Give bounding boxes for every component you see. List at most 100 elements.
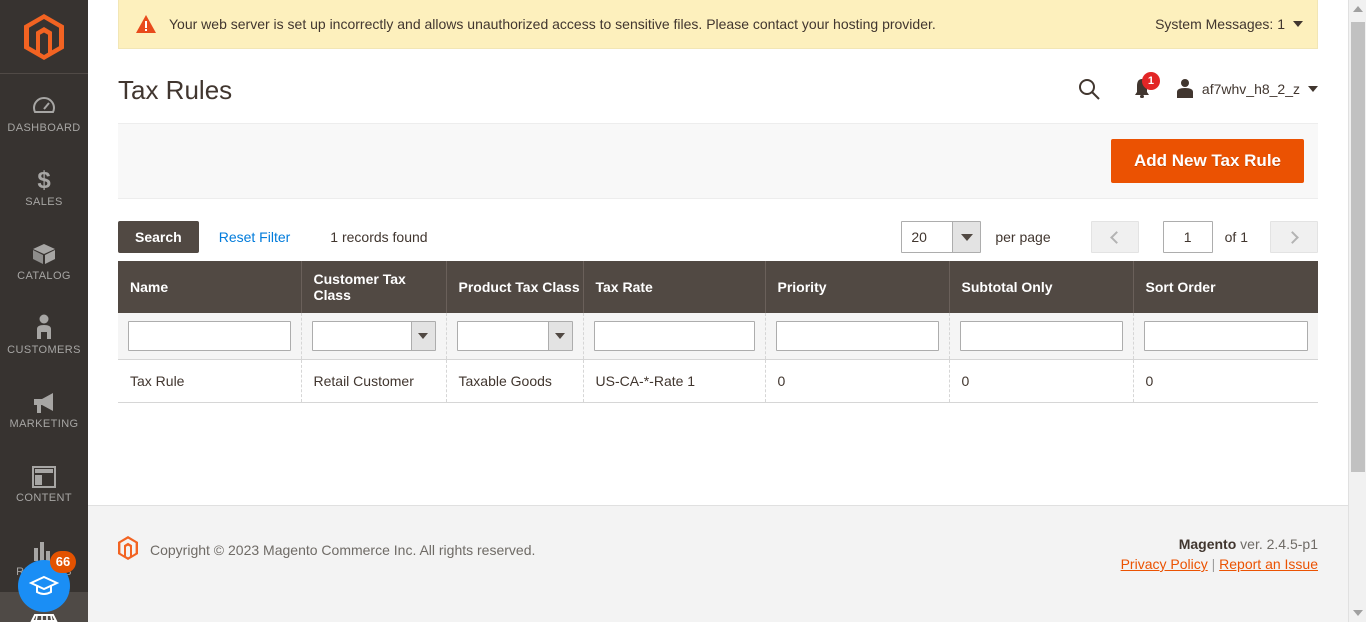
filter-priority-input[interactable] [775, 321, 939, 351]
filter-product-tax-class-select[interactable] [456, 321, 573, 351]
grid-filter-row [118, 313, 1318, 360]
column-header-subtotal-only[interactable]: Subtotal Only [949, 261, 1134, 313]
sidebar-item-content[interactable]: CONTENT [0, 444, 88, 518]
system-message-text: Your web server is set up incorrectly an… [169, 16, 936, 32]
cell-subtotal-only[interactable]: 0 [949, 359, 1134, 403]
column-header-customer-tax-class[interactable]: Customer Tax Class [301, 261, 447, 313]
chevron-down-icon [952, 222, 981, 252]
next-page-button[interactable] [1270, 221, 1318, 253]
add-new-tax-rule-button[interactable]: Add New Tax Rule [1110, 139, 1304, 183]
filter-cell-priority [765, 313, 950, 360]
grid-header-row: Name Customer Tax Class Product Tax Clas… [118, 261, 1318, 313]
page-number-input[interactable] [1162, 221, 1213, 253]
link-separator: | [1211, 556, 1216, 572]
page-header: Tax Rules 1 af7whv_h8_2_z [118, 49, 1318, 123]
system-messages-toggle[interactable]: System Messages: 1 [1155, 16, 1303, 32]
magento-logo-icon [24, 13, 64, 60]
filter-cell-tax-rate [583, 313, 766, 360]
scroll-down-arrow-icon[interactable] [1349, 604, 1366, 622]
system-message-bar: Your web server is set up incorrectly an… [118, 0, 1318, 49]
magento-footer-logo-icon [118, 536, 138, 563]
cell-product-tax-class[interactable]: Taxable Goods [446, 359, 584, 403]
copyright-block: Copyright © 2023 Magento Commerce Inc. A… [118, 536, 535, 563]
column-header-product-tax-class[interactable]: Product Tax Class [446, 261, 584, 313]
column-header-sort-order[interactable]: Sort Order [1133, 261, 1318, 313]
sidebar-label: CATALOG [17, 270, 71, 282]
filter-cell-sort-order [1133, 313, 1318, 360]
sidebar-item-customers[interactable]: CUSTOMERS [0, 296, 88, 370]
filter-customer-tax-class-select[interactable] [311, 321, 436, 351]
filter-customer-tax-class-value [313, 322, 411, 350]
sidebar-item-catalog[interactable]: CATALOG [0, 222, 88, 296]
table-row[interactable]: Tax Rule Retail Customer Taxable Goods U… [118, 359, 1318, 403]
page-scrollbar[interactable] [1348, 0, 1366, 622]
chevron-down-icon [547, 322, 572, 350]
filter-sort-order-input[interactable] [1143, 321, 1308, 351]
user-avatar-icon [1176, 78, 1194, 101]
sidebar-label: MARKETING [9, 418, 79, 430]
per-page-label: per page [995, 229, 1051, 245]
system-messages-label: System Messages: 1 [1155, 16, 1285, 32]
person-icon [34, 310, 54, 340]
warning-triangle-icon [135, 14, 157, 34]
cell-customer-tax-class[interactable]: Retail Customer [301, 359, 447, 403]
column-header-name[interactable]: Name [118, 261, 302, 313]
tax-rules-grid: Name Customer Tax Class Product Tax Clas… [118, 261, 1318, 403]
layout-icon [32, 458, 56, 488]
filter-subtotal-only-input[interactable] [959, 321, 1123, 351]
footer-links: Privacy Policy | Report an Issue [1121, 556, 1318, 572]
per-page-value: 20 [911, 229, 927, 245]
filter-tax-rate-input[interactable] [593, 321, 755, 351]
sidebar-label: SALES [25, 196, 63, 208]
records-found-label: 1 records found [330, 229, 428, 245]
megaphone-icon [31, 384, 57, 414]
version-text: ver. 2.4.5-p1 [1236, 536, 1318, 552]
column-header-tax-rate[interactable]: Tax Rate [583, 261, 766, 313]
box-icon [31, 236, 57, 266]
pager: 20 per page of 1 [901, 221, 1318, 253]
previous-page-button[interactable] [1090, 221, 1139, 253]
chevron-right-icon [1286, 230, 1299, 244]
copyright-text: Copyright © 2023 Magento Commerce Inc. A… [150, 541, 536, 558]
chevron-left-icon [1109, 230, 1123, 244]
svg-text:$: $ [37, 167, 51, 192]
cell-tax-rate[interactable]: US-CA-*-Rate 1 [583, 359, 766, 403]
footer-right: Magento ver. 2.4.5-p1 Privacy Policy | R… [1121, 536, 1318, 572]
guide-badge-count: 66 [50, 551, 76, 573]
username-label: af7whv_h8_2_z [1201, 81, 1300, 97]
chevron-down-icon [410, 322, 435, 350]
reset-filter-link[interactable]: Reset Filter [219, 229, 291, 245]
version-block: Magento ver. 2.4.5-p1 [1121, 536, 1318, 552]
chevron-down-icon [1293, 21, 1303, 27]
sidebar-item-dashboard[interactable]: DASHBOARD [0, 74, 88, 148]
admin-sidebar: DASHBOARD $ SALES CATALOG CUSTOMERS MARK… [0, 0, 88, 622]
cell-sort-order[interactable]: 0 [1133, 359, 1318, 403]
scroll-up-arrow-icon[interactable] [1349, 0, 1366, 18]
cell-priority[interactable]: 0 [765, 359, 950, 403]
column-header-priority[interactable]: Priority [765, 261, 950, 313]
magento-logo[interactable] [0, 0, 88, 74]
page-title: Tax Rules [118, 74, 233, 105]
notifications-count: 1 [1141, 72, 1160, 90]
user-menu[interactable]: af7whv_h8_2_z [1172, 78, 1318, 101]
scrollbar-thumb[interactable] [1351, 22, 1365, 472]
report-issue-link[interactable]: Report an Issue [1219, 556, 1318, 572]
cell-name[interactable]: Tax Rule [118, 359, 302, 403]
sidebar-item-marketing[interactable]: MARKETING [0, 370, 88, 444]
total-pages-label: of 1 [1224, 229, 1248, 245]
filter-product-tax-class-value [458, 322, 548, 350]
filter-cell-name [118, 313, 302, 360]
page-actions-bar: Add New Tax Rule [118, 123, 1318, 199]
dollar-icon: $ [33, 162, 55, 192]
sidebar-item-sales[interactable]: $ SALES [0, 148, 88, 222]
sidebar-label: CUSTOMERS [7, 344, 81, 356]
search-icon[interactable] [1066, 71, 1112, 107]
privacy-policy-link[interactable]: Privacy Policy [1121, 556, 1208, 572]
notifications-bell[interactable]: 1 [1112, 71, 1172, 107]
per-page-select[interactable]: 20 [901, 221, 982, 253]
search-button[interactable]: Search [118, 221, 199, 253]
chevron-down-icon [1308, 86, 1318, 92]
version-brand: Magento [1178, 536, 1237, 552]
filter-name-input[interactable] [128, 321, 291, 351]
filter-cell-subtotal-only [949, 313, 1134, 360]
